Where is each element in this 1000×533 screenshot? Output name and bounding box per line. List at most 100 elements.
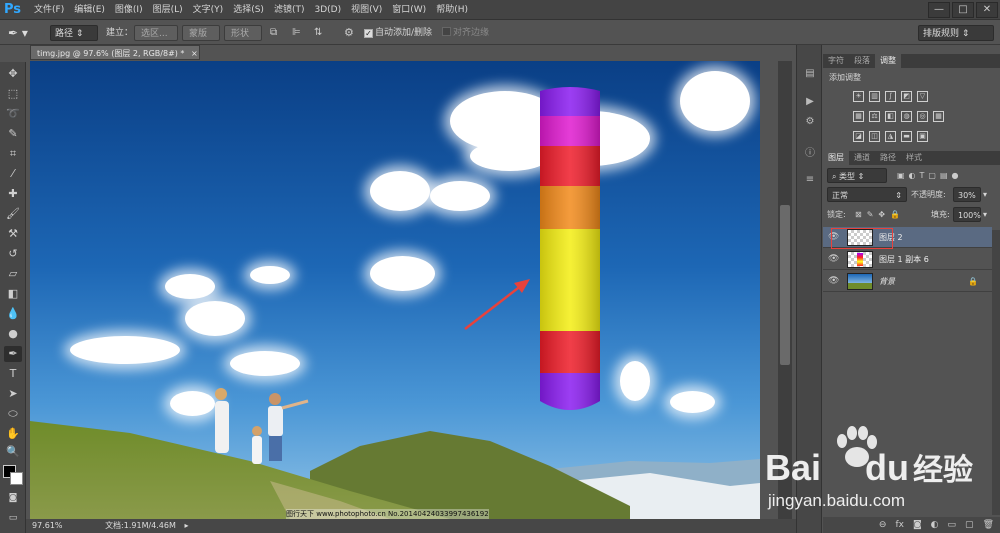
- blur-tool-icon[interactable]: 💧: [4, 306, 22, 322]
- brightness-icon[interactable]: ☀: [853, 91, 864, 102]
- make-mask-button[interactable]: 蒙版: [182, 25, 220, 41]
- crop-tool-icon[interactable]: ⌗: [4, 146, 22, 162]
- menu-file[interactable]: 文件(F): [34, 0, 64, 20]
- zoom-tool-icon[interactable]: 🔍: [4, 444, 22, 460]
- workspace-select[interactable]: 排版规则 ⇕: [918, 25, 994, 41]
- black-white-icon[interactable]: ◧: [885, 111, 896, 122]
- background-color-swatch[interactable]: [10, 472, 23, 485]
- hue-saturation-icon[interactable]: ▦: [853, 111, 864, 122]
- tab-paths[interactable]: 路径: [875, 151, 901, 165]
- dodge-tool-icon[interactable]: ●: [4, 326, 22, 342]
- posterize-icon[interactable]: ◫: [869, 131, 880, 142]
- quick-selection-icon[interactable]: ✎: [4, 126, 22, 142]
- threshold-icon[interactable]: ◮: [885, 131, 896, 142]
- vibrance-icon[interactable]: ▽: [917, 91, 928, 102]
- eye-icon[interactable]: 👁: [828, 249, 840, 270]
- tab-paragraph[interactable]: 段落: [849, 54, 875, 68]
- opacity-input[interactable]: 30%: [953, 187, 981, 202]
- tab-character[interactable]: 字符: [823, 54, 849, 68]
- clone-stamp-icon[interactable]: ⚒: [4, 226, 22, 242]
- photo-filter-icon[interactable]: ◍: [901, 111, 912, 122]
- selective-color-icon[interactable]: ▣: [917, 131, 928, 142]
- color-balance-icon[interactable]: ⚖: [869, 111, 880, 122]
- fx-icon[interactable]: fx: [895, 517, 904, 533]
- eyedropper-icon[interactable]: ⁄: [4, 166, 22, 182]
- maximize-button[interactable]: □: [952, 2, 974, 18]
- brush-tool-icon[interactable]: 🖌: [4, 206, 22, 222]
- zoom-level[interactable]: 97.61%: [32, 521, 63, 530]
- path-operations-icon[interactable]: ⧉: [270, 25, 277, 41]
- shape-tool-icon[interactable]: ⬭: [4, 406, 22, 422]
- brush-panel-icon[interactable]: ⚙: [802, 115, 818, 129]
- menu-type[interactable]: 文字(Y): [193, 0, 224, 20]
- path-arrangement-icon[interactable]: ⇅: [314, 25, 322, 41]
- invert-icon[interactable]: ◪: [853, 131, 864, 142]
- scrollbar-thumb[interactable]: [780, 205, 790, 365]
- properties-panel-icon[interactable]: ≡: [802, 173, 818, 187]
- healing-brush-icon[interactable]: ✚: [4, 186, 22, 202]
- fill-input[interactable]: 100%: [953, 207, 981, 222]
- type-tool-icon[interactable]: T: [4, 366, 22, 382]
- align-edges-checkbox[interactable]: 对齐边缘: [442, 25, 489, 41]
- info-panel-icon[interactable]: ⓘ: [802, 147, 818, 161]
- path-alignment-icon[interactable]: ⊫: [292, 25, 301, 41]
- document-canvas[interactable]: 图行天下 www.photophoto.cn No.20140424033997…: [30, 61, 760, 519]
- levels-icon[interactable]: ▥: [869, 91, 880, 102]
- menu-edit[interactable]: 编辑(E): [74, 0, 105, 20]
- menu-filter[interactable]: 滤镜(T): [274, 0, 305, 20]
- menu-select[interactable]: 选择(S): [233, 0, 264, 20]
- close-tab-icon[interactable]: ×: [191, 49, 198, 58]
- close-button[interactable]: ✕: [976, 2, 998, 18]
- layer-filter-select[interactable]: ⌕ 类型 ⇕: [827, 168, 887, 183]
- new-layer-icon[interactable]: ▢: [965, 517, 974, 533]
- menu-help[interactable]: 帮助(H): [436, 0, 468, 20]
- exposure-icon[interactable]: ◩: [901, 91, 912, 102]
- pen-tool-icon[interactable]: ✒: [4, 346, 22, 362]
- lock-icons[interactable]: ⊠✎✥🔒: [855, 207, 905, 222]
- menu-layer[interactable]: 图层(L): [153, 0, 183, 20]
- adjustment-layer-icon[interactable]: ◐: [931, 517, 939, 533]
- marquee-tool-icon[interactable]: ⬚: [4, 86, 22, 102]
- move-tool-icon[interactable]: ✥: [4, 66, 22, 82]
- layer-row[interactable]: 👁 背景 🔒: [823, 271, 992, 292]
- eraser-icon[interactable]: ▱: [4, 266, 22, 282]
- fill-dropdown-icon[interactable]: ▾: [983, 207, 987, 222]
- add-mask-icon[interactable]: ◙: [913, 517, 922, 533]
- document-tab[interactable]: timg.jpg @ 97.6% (图层 2, RGB/8#) * ×: [30, 45, 200, 60]
- new-group-icon[interactable]: ▭: [948, 517, 957, 533]
- color-lookup-icon[interactable]: ▦: [933, 111, 944, 122]
- link-layers-icon[interactable]: ⊖: [879, 517, 887, 533]
- pen-tool-preset-icon[interactable]: ✒ ▾: [8, 25, 38, 41]
- make-selection-button[interactable]: 选区...: [134, 25, 178, 41]
- layer-filter-icons[interactable]: ▣◐T▢▤●: [897, 168, 963, 183]
- path-selection-icon[interactable]: ➤: [4, 386, 22, 402]
- blend-mode-select[interactable]: 正常 ⇕: [827, 187, 907, 202]
- actions-panel-icon[interactable]: ▶: [802, 95, 818, 109]
- screen-mode-icon[interactable]: ▭: [4, 510, 22, 526]
- menu-window[interactable]: 窗口(W): [392, 0, 426, 20]
- menu-3d[interactable]: 3D(D): [314, 0, 341, 20]
- gradient-map-icon[interactable]: ▬: [901, 131, 912, 142]
- lasso-tool-icon[interactable]: ➰: [4, 106, 22, 122]
- curves-icon[interactable]: ∫: [885, 91, 896, 102]
- gear-icon[interactable]: ⚙: [344, 25, 354, 41]
- path-mode-select[interactable]: 路径 ⇕: [50, 25, 98, 41]
- make-shape-button[interactable]: 形状: [224, 25, 262, 41]
- menu-view[interactable]: 视图(V): [351, 0, 382, 20]
- auto-add-delete-checkbox[interactable]: ✓ 自动添加/删除: [364, 25, 432, 41]
- channel-mixer-icon[interactable]: ◎: [917, 111, 928, 122]
- status-arrow-icon[interactable]: ▸: [184, 521, 188, 530]
- quick-mask-icon[interactable]: ◙: [4, 490, 22, 506]
- tab-layers[interactable]: 图层: [823, 151, 849, 165]
- trash-icon[interactable]: 🗑: [983, 517, 994, 533]
- tab-adjustments[interactable]: 调整: [875, 54, 901, 68]
- minimize-button[interactable]: —: [928, 2, 950, 18]
- layer-row[interactable]: 👁 图层 1 副本 6: [823, 249, 992, 270]
- tab-styles[interactable]: 样式: [901, 151, 927, 165]
- gradient-tool-icon[interactable]: ◧: [4, 286, 22, 302]
- menu-image[interactable]: 图像(I): [115, 0, 143, 20]
- hand-tool-icon[interactable]: ✋: [4, 426, 22, 442]
- history-panel-icon[interactable]: ▤: [802, 67, 818, 81]
- history-brush-icon[interactable]: ↺: [4, 246, 22, 262]
- eye-icon[interactable]: 👁: [828, 271, 840, 292]
